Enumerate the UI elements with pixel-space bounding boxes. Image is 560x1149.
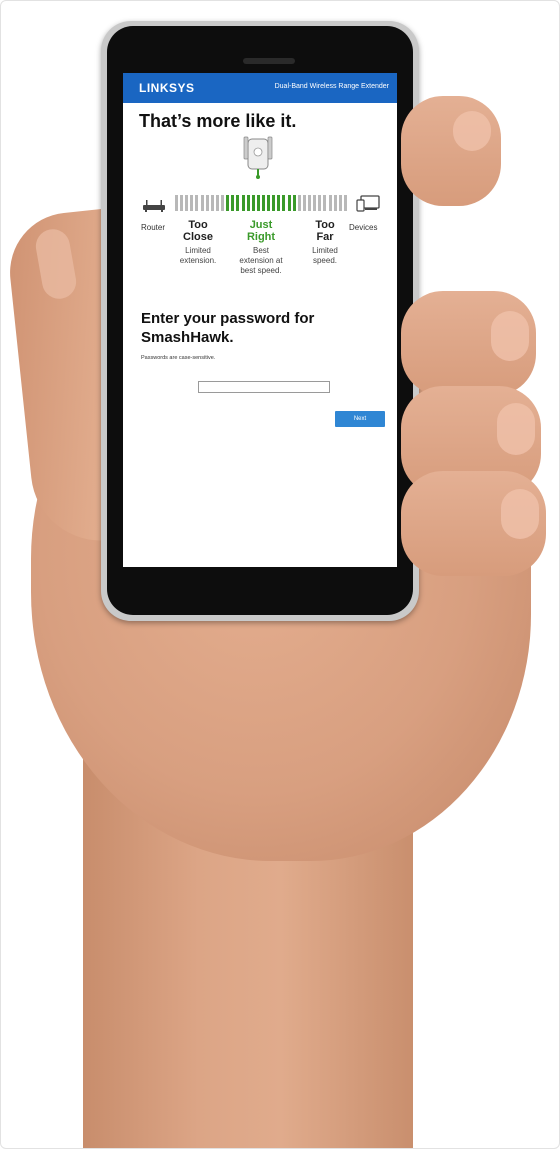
meter-segment <box>246 195 250 211</box>
meter-segment <box>338 195 342 211</box>
meter-segment <box>221 195 225 211</box>
app-header: LINKSYS Dual-Band Wireless Range Extende… <box>123 73 397 103</box>
meter-segment <box>256 195 260 211</box>
zone-description: Limited speed. <box>312 246 338 265</box>
password-heading: Enter your password for SmashHawk. <box>141 310 315 346</box>
next-button[interactable]: Next <box>335 411 385 427</box>
earpiece <box>243 58 295 64</box>
meter-segment <box>190 195 194 211</box>
fingernail <box>501 489 539 539</box>
meter-segment <box>231 195 235 211</box>
meter-segment <box>195 195 199 211</box>
fingernail <box>491 311 529 361</box>
meter-segment <box>343 195 347 211</box>
meter-segment <box>236 195 240 211</box>
meter-segment <box>323 195 327 211</box>
meter-segment <box>292 195 296 211</box>
meter-segment <box>277 195 281 211</box>
fingernail <box>497 403 535 455</box>
meter-segment <box>215 195 219 211</box>
meter-segment <box>308 195 312 211</box>
linksys-logo: LINKSYS <box>139 81 195 95</box>
meter-segment <box>251 195 255 211</box>
meter-segment <box>302 195 306 211</box>
devices-icon <box>356 195 380 212</box>
phone-screen: LINKSYS Dual-Band Wireless Range Extende… <box>123 73 397 567</box>
meter-segment <box>328 195 332 211</box>
meter-segment <box>185 195 189 211</box>
meter-segment <box>210 195 214 211</box>
meter-segment <box>297 195 301 211</box>
meter-segment <box>205 195 209 211</box>
meter-segment <box>241 195 245 211</box>
signal-meter <box>175 195 349 211</box>
extender-icon <box>243 136 273 179</box>
meter-segment <box>180 195 184 211</box>
meter-segment <box>175 195 178 211</box>
zone-too-far: Too Far Limited speed. <box>287 219 363 266</box>
password-hint: Passwords are case-sensitive. <box>141 355 216 361</box>
status-heading: That’s more like it. <box>139 111 297 131</box>
meter-segment <box>226 195 230 211</box>
index-finger <box>401 96 501 206</box>
password-input[interactable] <box>198 381 330 393</box>
meter-segment <box>313 195 317 211</box>
router-icon <box>143 200 165 212</box>
meter-segment <box>200 195 204 211</box>
meter-segment <box>282 195 286 211</box>
meter-segment <box>267 195 271 211</box>
product-name: Dual-Band Wireless Range Extender <box>274 83 389 90</box>
meter-segment <box>272 195 276 211</box>
fingernail <box>453 111 491 151</box>
product-photo: LINKSYS Dual-Band Wireless Range Extende… <box>0 0 560 1149</box>
meter-segment <box>287 195 291 211</box>
meter-segment <box>318 195 322 211</box>
meter-segment <box>262 195 265 211</box>
zone-title: Too Far <box>315 219 335 243</box>
meter-segment <box>333 195 337 211</box>
